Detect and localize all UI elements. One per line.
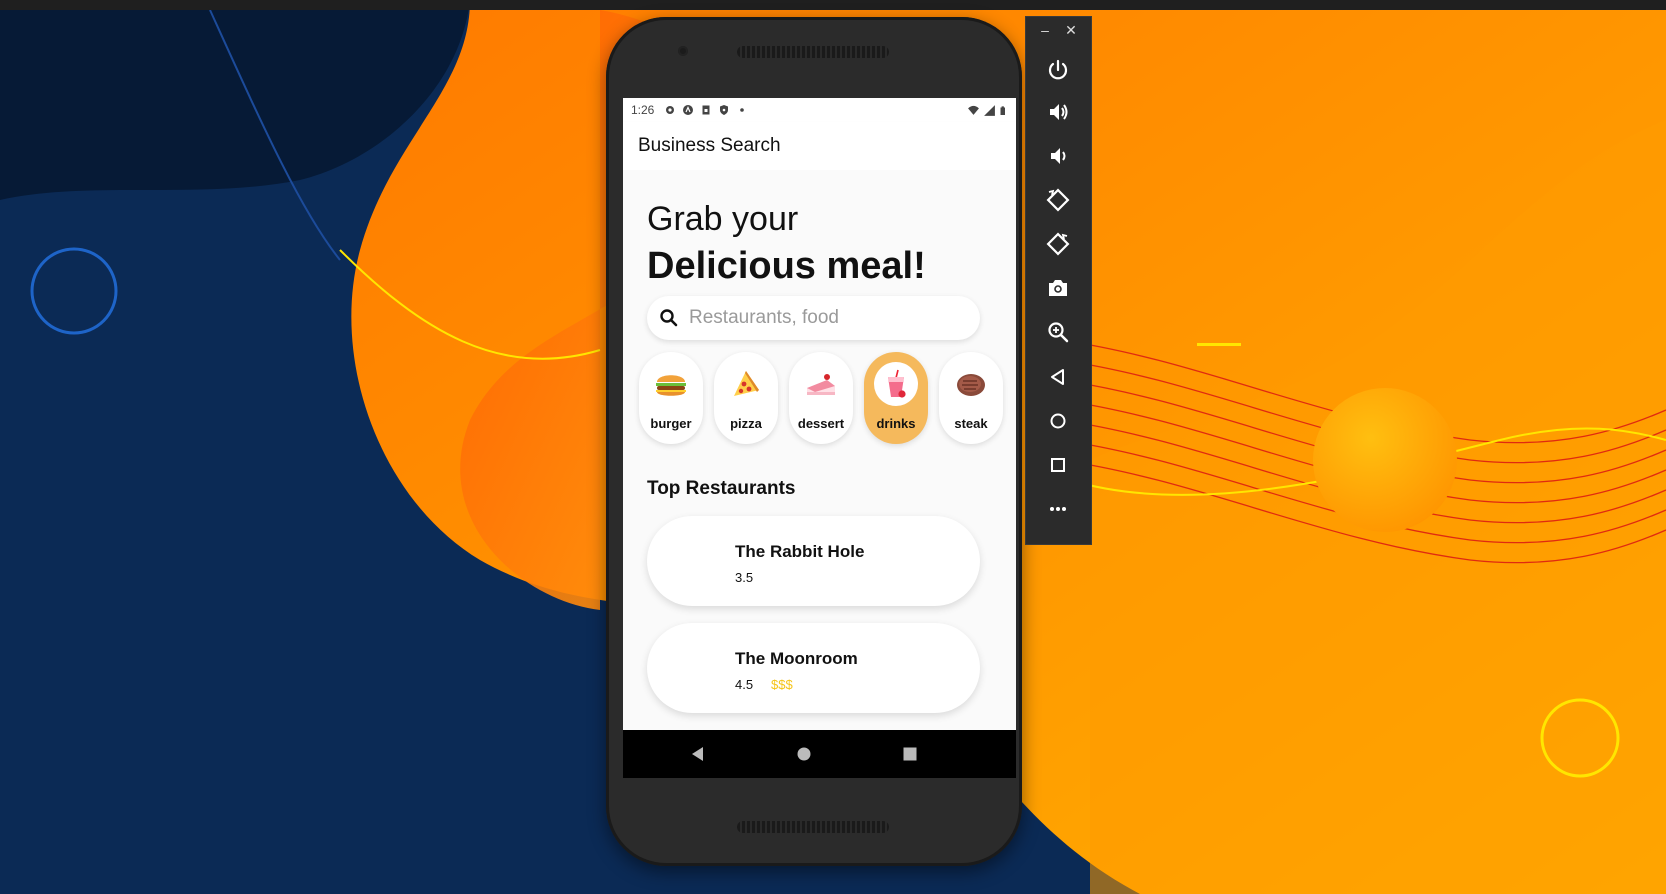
- back-icon: [1051, 369, 1064, 385]
- drink-icon: [874, 362, 918, 406]
- android-nav-bar: [623, 730, 1016, 778]
- minimize-icon[interactable]: –: [1035, 20, 1055, 40]
- status-bar: 1:26: [623, 98, 1016, 122]
- category-drinks[interactable]: drinks: [864, 352, 928, 444]
- volume-up-button[interactable]: [1044, 98, 1072, 126]
- category-pizza[interactable]: pizza: [714, 352, 778, 444]
- greeting-line-1: Grab your: [647, 200, 799, 238]
- home-content[interactable]: Grab your Delicious meal! Restaurants, f…: [623, 170, 1016, 730]
- category-label: steak: [954, 416, 988, 431]
- emulator-window-controls: – ✕: [1026, 17, 1091, 43]
- signal-icon: [984, 104, 995, 116]
- screenshot-button[interactable]: [1044, 274, 1072, 302]
- restaurant-name: The Rabbit Hole: [735, 542, 865, 561]
- app-notification-icon: [683, 105, 694, 115]
- back-button[interactable]: [1044, 363, 1072, 391]
- restaurant-card[interactable]: The Rabbit Hole 3.5: [647, 516, 980, 606]
- gear-icon: [666, 106, 675, 114]
- overview-icon[interactable]: [900, 744, 920, 764]
- cake-icon: [799, 362, 843, 406]
- status-time: 1:26: [631, 103, 655, 117]
- bottom-speaker-grille: [737, 821, 889, 833]
- volume-down-button[interactable]: [1044, 142, 1072, 170]
- app-bar: Business Search: [623, 122, 1016, 170]
- dot-notification-icon: [740, 108, 745, 112]
- volume-down-icon: [1051, 148, 1066, 164]
- close-icon[interactable]: ✕: [1061, 20, 1081, 40]
- rotate-left-button[interactable]: [1044, 186, 1072, 214]
- category-label: drinks: [876, 416, 916, 431]
- top-speaker-grille: [737, 46, 889, 58]
- category-dessert[interactable]: dessert: [789, 352, 853, 444]
- section-title: Top Restaurants: [647, 478, 796, 499]
- rotate-right-button[interactable]: [1044, 230, 1072, 258]
- phone-emulator: 1:26 Business Search Grab your Delicious…: [606, 17, 1022, 866]
- restaurant-card[interactable]: The Moonroom 4.5 $$$: [647, 623, 980, 713]
- volume-up-icon: [1050, 104, 1068, 120]
- zoom-icon: [1048, 322, 1069, 343]
- restaurant-rating: 4.5: [735, 677, 754, 692]
- category-burger[interactable]: burger: [639, 352, 703, 444]
- category-label: burger: [650, 416, 692, 431]
- phone-screen[interactable]: 1:26 Business Search Grab your Delicious…: [623, 98, 1016, 778]
- back-icon[interactable]: [688, 744, 708, 764]
- home-icon: [1050, 413, 1066, 429]
- restaurant-price: $$$: [771, 677, 793, 692]
- front-camera: [678, 46, 688, 56]
- shield-icon: [720, 105, 729, 115]
- wifi-icon: [968, 105, 979, 115]
- restaurant-rating: 3.5: [735, 570, 754, 585]
- restaurant-name: The Moonroom: [735, 649, 858, 668]
- rotate-right-icon: [1046, 232, 1070, 256]
- burger-icon: [649, 362, 693, 406]
- more-icon: [1050, 507, 1066, 511]
- category-steak[interactable]: steak: [939, 352, 1003, 444]
- storage-notification-icon: [702, 105, 710, 115]
- power-icon: [1048, 59, 1068, 80]
- emulator-toolbar: – ✕: [1025, 16, 1092, 545]
- search-icon: [660, 309, 678, 327]
- home-button[interactable]: [1044, 407, 1072, 435]
- app-title: Business Search: [638, 135, 781, 156]
- category-label: dessert: [797, 416, 845, 431]
- camera-icon: [1049, 280, 1067, 296]
- power-button[interactable]: [1044, 56, 1072, 84]
- steak-icon: [949, 362, 993, 406]
- search-input[interactable]: [687, 306, 971, 330]
- window-top-strip: [0, 0, 1666, 10]
- overview-button[interactable]: [1044, 451, 1072, 479]
- search-bar[interactable]: [647, 296, 980, 340]
- more-button[interactable]: [1044, 495, 1072, 523]
- category-list[interactable]: burger pizza dessert drinks steak: [639, 352, 1016, 447]
- category-label: pizza: [730, 416, 762, 431]
- pizza-icon: [724, 362, 768, 406]
- home-icon[interactable]: [794, 744, 814, 764]
- rotate-left-icon: [1046, 188, 1070, 212]
- zoom-button[interactable]: [1044, 318, 1072, 346]
- overview-icon: [1051, 458, 1065, 472]
- battery-icon: [1000, 105, 1005, 115]
- greeting-line-2: Delicious meal!: [647, 245, 926, 287]
